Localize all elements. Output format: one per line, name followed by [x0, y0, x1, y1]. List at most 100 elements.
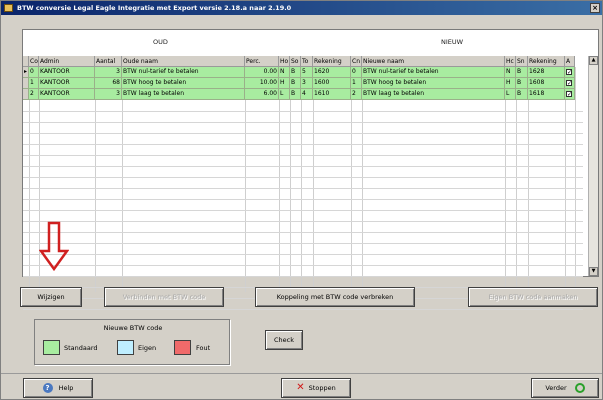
koppeling-verbreken-button[interactable]: Koppeling met BTW code verbreken [255, 287, 415, 307]
col-header-nieuwe-naam[interactable]: Nieuwe naam [362, 56, 505, 67]
cell-hc[interactable]: L [505, 89, 516, 100]
cell-ho[interactable]: H [279, 78, 290, 89]
cell-rekening[interactable]: 1620 [313, 67, 351, 78]
legend-label-fout: Fout [196, 344, 211, 352]
legend-label-eigen: Eigen [138, 344, 157, 352]
verder-button[interactable]: Verder [531, 378, 599, 398]
col-header-sn[interactable]: Sn [516, 56, 528, 67]
cell-rekening-new[interactable]: 1608 [528, 78, 565, 89]
grid-line [23, 166, 583, 167]
cell-perc[interactable]: 10.00 [245, 78, 279, 89]
verbinden-button[interactable]: Verbinden met BTW code [104, 287, 224, 307]
grid-line [313, 67, 314, 292]
table-row[interactable]: 2 KANTOOR 3 BTW laag te betalen 6.00 L B… [23, 89, 598, 100]
cell-perc[interactable]: 6.00 [245, 89, 279, 100]
legend-panel: Nieuwe BTW code Standaard Eigen Fout [34, 319, 230, 365]
cell-to[interactable]: 5 [301, 67, 313, 78]
cell-aantal[interactable]: 3 [95, 89, 122, 100]
group-old-label: OUD [153, 38, 168, 46]
col-header-so[interactable]: So [290, 56, 301, 67]
cell-hc[interactable]: H [505, 78, 516, 89]
grid-line [575, 67, 576, 292]
scroll-down-icon[interactable]: ▼ [589, 267, 598, 276]
cell-oude-naam[interactable]: BTW laag te betalen [122, 89, 245, 100]
col-header-rekening[interactable]: Rekening [313, 56, 351, 67]
grid-line [23, 232, 583, 233]
cell-rekening[interactable]: 1600 [313, 78, 351, 89]
col-header-rekening-new[interactable]: Rekening [528, 56, 565, 67]
cell-ho[interactable]: N [279, 67, 290, 78]
cell-nieuwe-naam[interactable]: BTW laag te betalen [362, 89, 505, 100]
col-header-cn[interactable]: Cn [351, 56, 362, 67]
grid-line [95, 67, 96, 292]
cell-aantal[interactable]: 3 [95, 67, 122, 78]
col-header-admin[interactable]: Admin [39, 56, 95, 67]
footer-divider [1, 373, 602, 374]
cell-rekening-new[interactable]: 1618 [528, 89, 565, 100]
cell-so[interactable]: B [290, 67, 301, 78]
group-new-label: NIEUW [441, 38, 464, 46]
cell-oude-naam[interactable]: BTW nul-tarief te betalen [122, 67, 245, 78]
cell-cn[interactable]: 1 [351, 78, 362, 89]
cell-nieuwe-naam[interactable]: BTW nul-tarief te betalen [362, 67, 505, 78]
cell-so[interactable]: B [290, 78, 301, 89]
vertical-scrollbar[interactable]: ▲ ▼ [588, 56, 598, 276]
col-header-a[interactable]: A [565, 56, 575, 67]
col-header-oude-naam[interactable]: Oude naam [122, 56, 245, 67]
cell-a[interactable]: ✓ [565, 67, 575, 78]
cell-ho[interactable]: L [279, 89, 290, 100]
checkbox-a[interactable]: ✓ [566, 69, 572, 76]
cell-sn[interactable]: B [516, 67, 528, 78]
check-button[interactable]: Check [265, 330, 303, 350]
cell-sn[interactable]: B [516, 89, 528, 100]
table-row[interactable]: ▸ 0 KANTOOR 3 BTW nul-tarief te betalen … [23, 67, 598, 78]
eigen-btw-code-button[interactable]: Eigen BTW code aanmaken [468, 287, 598, 307]
cell-oude-naam[interactable]: BTW hoog te betalen [122, 78, 245, 89]
cell-hc[interactable]: N [505, 67, 516, 78]
title-bar: BTW conversie Legal Eagle Integratie met… [1, 1, 602, 15]
btw-conversion-grid[interactable]: OUD NIEUW Co Admin Aantal Oude naam Perc… [22, 29, 599, 310]
col-header-perc[interactable]: Perc. [245, 56, 279, 67]
grid-line [23, 144, 583, 145]
col-header-co[interactable]: Co [29, 56, 39, 67]
cell-a[interactable]: ✓ [565, 89, 575, 100]
stoppen-button[interactable]: ✕ Stoppen [281, 378, 351, 398]
wijzigen-button[interactable]: Wijzigen [20, 287, 82, 307]
grid-line [23, 133, 583, 134]
col-header-to[interactable]: To [301, 56, 313, 67]
help-icon: ? [42, 383, 53, 393]
col-header-ho[interactable]: Ho [279, 56, 290, 67]
table-row[interactable]: 1 KANTOOR 68 BTW hoog te betalen 10.00 H… [23, 78, 598, 89]
grid-line [279, 67, 280, 292]
grid-line [301, 67, 302, 292]
cell-rekening[interactable]: 1610 [313, 89, 351, 100]
cell-nieuwe-naam[interactable]: BTW hoog te betalen [362, 78, 505, 89]
help-button[interactable]: ? Help [23, 378, 93, 398]
cell-a[interactable]: ✓ [565, 78, 575, 89]
cell-perc[interactable]: 0.00 [245, 67, 279, 78]
cell-sn[interactable]: B [516, 78, 528, 89]
cell-to[interactable]: 3 [301, 78, 313, 89]
stop-x-icon: ✕ [296, 382, 305, 393]
col-header-hc[interactable]: Hc [505, 56, 516, 67]
checkbox-a[interactable]: ✓ [566, 80, 572, 87]
cell-co[interactable]: 1 [29, 78, 39, 89]
cell-admin[interactable]: KANTOOR [39, 89, 95, 100]
cell-rekening-new[interactable]: 1628 [528, 67, 565, 78]
cell-co[interactable]: 2 [29, 89, 39, 100]
cell-co[interactable]: 0 [29, 67, 39, 78]
close-icon[interactable]: × [590, 3, 600, 13]
legend-swatch-standaard [43, 340, 60, 355]
checkbox-a[interactable]: ✓ [566, 91, 572, 98]
cell-admin[interactable]: KANTOOR [39, 67, 95, 78]
cell-to[interactable]: 4 [301, 89, 313, 100]
grid-line [23, 111, 583, 112]
col-header-aantal[interactable]: Aantal [95, 56, 122, 67]
window-title: BTW conversie Legal Eagle Integratie met… [17, 4, 292, 12]
scroll-up-icon[interactable]: ▲ [589, 56, 598, 65]
cell-admin[interactable]: KANTOOR [39, 78, 95, 89]
cell-aantal[interactable]: 68 [95, 78, 122, 89]
cell-so[interactable]: B [290, 89, 301, 100]
cell-cn[interactable]: 0 [351, 67, 362, 78]
cell-cn[interactable]: 2 [351, 89, 362, 100]
